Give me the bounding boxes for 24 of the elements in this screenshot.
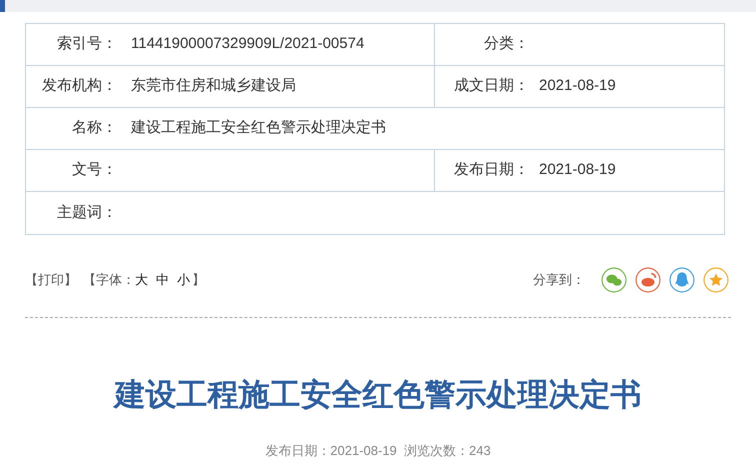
article-meta: 发布日期：2021-08-19 浏览次数：243 — [264, 442, 492, 460]
field-label: 成文日期： — [453, 76, 530, 96]
font-size-link[interactable]: 大 — [135, 270, 148, 290]
font-size-link[interactable]: 中 — [156, 270, 169, 290]
field-value: 东莞市住房和城乡建设局 — [131, 76, 296, 96]
font-size-label: 【字体： — [83, 271, 135, 290]
field-label: 发布日期： — [453, 160, 530, 180]
print-link[interactable]: 【打印】 — [25, 270, 77, 290]
field-value: 2021-08-19 — [539, 160, 616, 180]
field-label: 发布机构： — [41, 76, 118, 96]
bracket-text: 】 — [192, 271, 205, 290]
field-label: 文号： — [71, 160, 118, 180]
share-label: 分享到： — [533, 271, 585, 290]
field-label: 主题词： — [56, 202, 118, 223]
field-value: 11441900007329909L/2021-00574 — [131, 34, 364, 54]
chat-bubbles-icon[interactable] — [601, 267, 627, 293]
field-value: 建设工程施工安全红色警示处理决定书 — [131, 118, 386, 138]
field-label: 分类： — [483, 34, 530, 54]
field-value: 2021-08-19 — [539, 76, 616, 96]
penguin-icon[interactable] — [669, 267, 695, 293]
field-label: 索引号： — [56, 34, 118, 54]
font-size-link[interactable]: 小 — [177, 270, 190, 290]
article-title: 建设工程施工安全红色警示处理决定书 — [112, 376, 642, 414]
field-label: 名称： — [71, 118, 118, 138]
